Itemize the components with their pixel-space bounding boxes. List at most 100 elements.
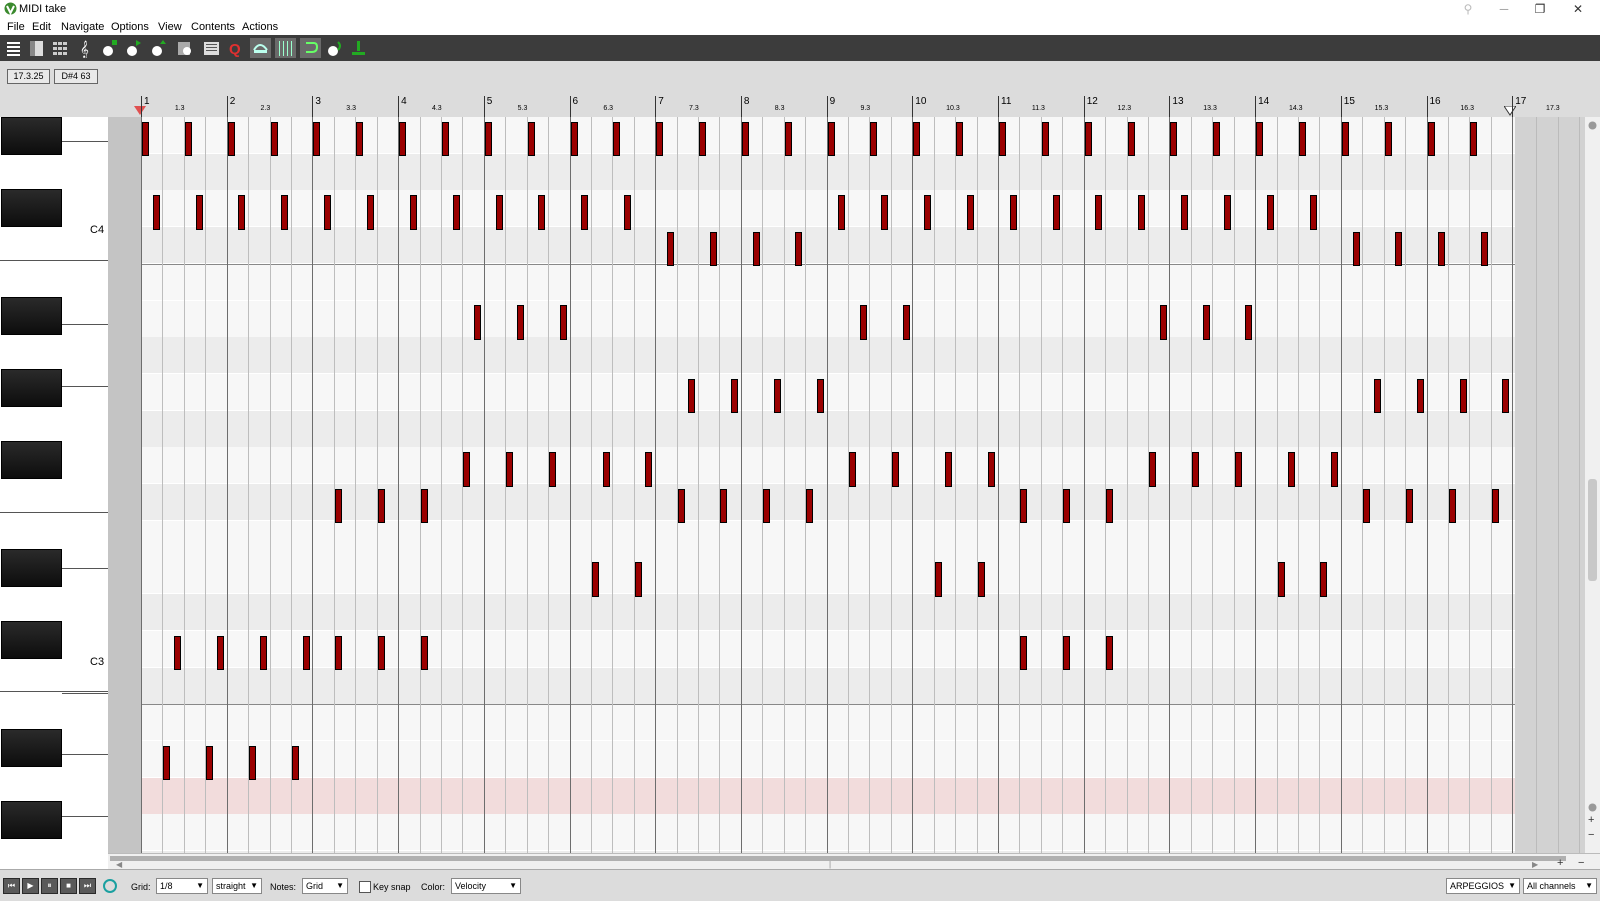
midi-note[interactable] [1363,488,1371,524]
midi-note[interactable] [624,195,632,230]
black-key[interactable] [1,549,62,587]
midi-note[interactable] [1352,231,1360,267]
midi-note[interactable] [1138,195,1146,230]
midi-note[interactable] [399,121,407,157]
midi-note[interactable] [538,195,546,230]
midi-note[interactable] [259,635,267,671]
midi-note[interactable] [1331,452,1339,487]
midi-note[interactable] [281,195,289,230]
loop-end-marker-icon[interactable] [1504,106,1516,116]
midi-note[interactable] [238,195,246,230]
black-key[interactable] [1,117,62,155]
black-key[interactable] [1,297,62,335]
midi-note[interactable] [1245,305,1253,340]
midi-note[interactable] [1373,378,1381,414]
grid-icon[interactable] [275,38,296,58]
midi-note[interactable] [1277,562,1285,597]
midi-note[interactable] [634,562,642,597]
pitch-lane[interactable] [141,814,1515,851]
grid-select[interactable]: 1/8 ▼ [156,878,208,894]
midi-note[interactable] [184,121,192,157]
minimize-button[interactable]: ─ [1486,0,1522,18]
pitch-lane[interactable] [141,447,1515,484]
close-button[interactable]: ✕ [1560,0,1596,18]
scroll-down-icon[interactable] [1588,803,1597,812]
midi-note[interactable] [795,231,803,267]
midi-note[interactable] [1234,452,1242,487]
midi-note[interactable] [313,121,321,157]
midi-note[interactable] [774,378,782,414]
midi-note[interactable] [859,305,867,340]
midi-note[interactable] [688,378,696,414]
loop-icon[interactable] [300,38,321,58]
horizontal-zoom-out-icon[interactable]: − [1578,857,1584,869]
go-to-start-button[interactable]: ⏮ [3,878,20,894]
pitch-lane[interactable] [141,337,1515,374]
black-key[interactable] [1,801,62,839]
vertical-zoom-in-icon[interactable]: + [1588,814,1594,826]
midi-note[interactable] [1106,488,1114,524]
midi-note[interactable] [495,195,503,230]
midi-note[interactable] [1170,121,1178,157]
midi-note[interactable] [656,121,664,157]
midi-note[interactable] [988,452,996,487]
horizontal-zoom-in-icon[interactable]: + [1557,857,1563,869]
pitch-lane[interactable] [141,300,1515,337]
midi-note[interactable] [731,378,739,414]
midi-note[interactable] [924,195,931,230]
midi-note[interactable] [999,121,1006,157]
midi-note[interactable] [827,121,835,157]
vertical-zoom-out-icon[interactable]: − [1588,829,1594,841]
midi-note[interactable] [270,121,278,157]
menu-actions[interactable]: Actions [242,21,278,33]
menu-navigate[interactable]: Navigate [61,21,104,33]
timeline-ruler[interactable]: 1 2 3 4 5 6 7 8 9 10 11 12 13 14 15 16 17 1.3 2.3 3.3 4.3 5.3… [0,91,1600,118]
midi-note[interactable] [913,121,921,157]
midi-note[interactable] [645,452,653,487]
midi-note[interactable] [677,488,685,524]
midi-note[interactable] [934,562,942,597]
pitch-lane[interactable] [141,227,1515,264]
black-key[interactable] [1,441,62,479]
pin-icon[interactable]: ⚲ [1450,0,1486,18]
midi-note[interactable] [1148,452,1156,487]
midi-note[interactable] [1213,121,1221,157]
midi-note[interactable] [666,231,674,267]
black-key[interactable] [1,369,62,407]
midi-note[interactable] [1127,121,1135,157]
swing-select[interactable]: straight ▼ [212,878,262,894]
pitch-lane[interactable] [141,630,1515,667]
pause-button[interactable]: ⏸ [41,878,58,894]
midi-note[interactable] [420,488,428,524]
midi-note[interactable] [377,488,385,524]
midi-note[interactable] [302,635,310,671]
midi-note[interactable] [977,562,985,597]
midi-note[interactable] [1106,635,1114,671]
midi-note[interactable] [1063,488,1071,524]
midi-note[interactable] [1438,231,1446,267]
midi-note[interactable] [291,745,299,781]
midi-note[interactable] [549,452,557,487]
midi-note[interactable] [356,121,364,157]
midi-note[interactable] [1181,195,1189,230]
midi-note[interactable] [334,635,342,671]
midi-note[interactable] [377,635,385,671]
midi-note[interactable] [1191,452,1199,487]
midi-note[interactable] [806,488,814,524]
pitch-lane[interactable] [141,777,1515,814]
menu-edit[interactable]: Edit [32,21,51,33]
snap-icon[interactable] [250,38,271,58]
midi-note[interactable] [420,635,428,671]
black-key[interactable] [1,621,62,659]
restore-button[interactable]: ❐ [1522,0,1558,18]
mode-piano-roll-icon[interactable] [3,38,24,58]
midi-note[interactable] [1459,378,1467,414]
midi-note[interactable] [1416,378,1424,414]
midi-note[interactable] [1481,231,1489,267]
midi-note[interactable] [709,231,717,267]
fold-notes-icon[interactable] [174,38,195,58]
midi-note[interactable] [1341,121,1349,157]
midi-note[interactable] [1395,231,1403,267]
midi-note[interactable] [527,121,535,157]
midi-note[interactable] [613,121,621,157]
